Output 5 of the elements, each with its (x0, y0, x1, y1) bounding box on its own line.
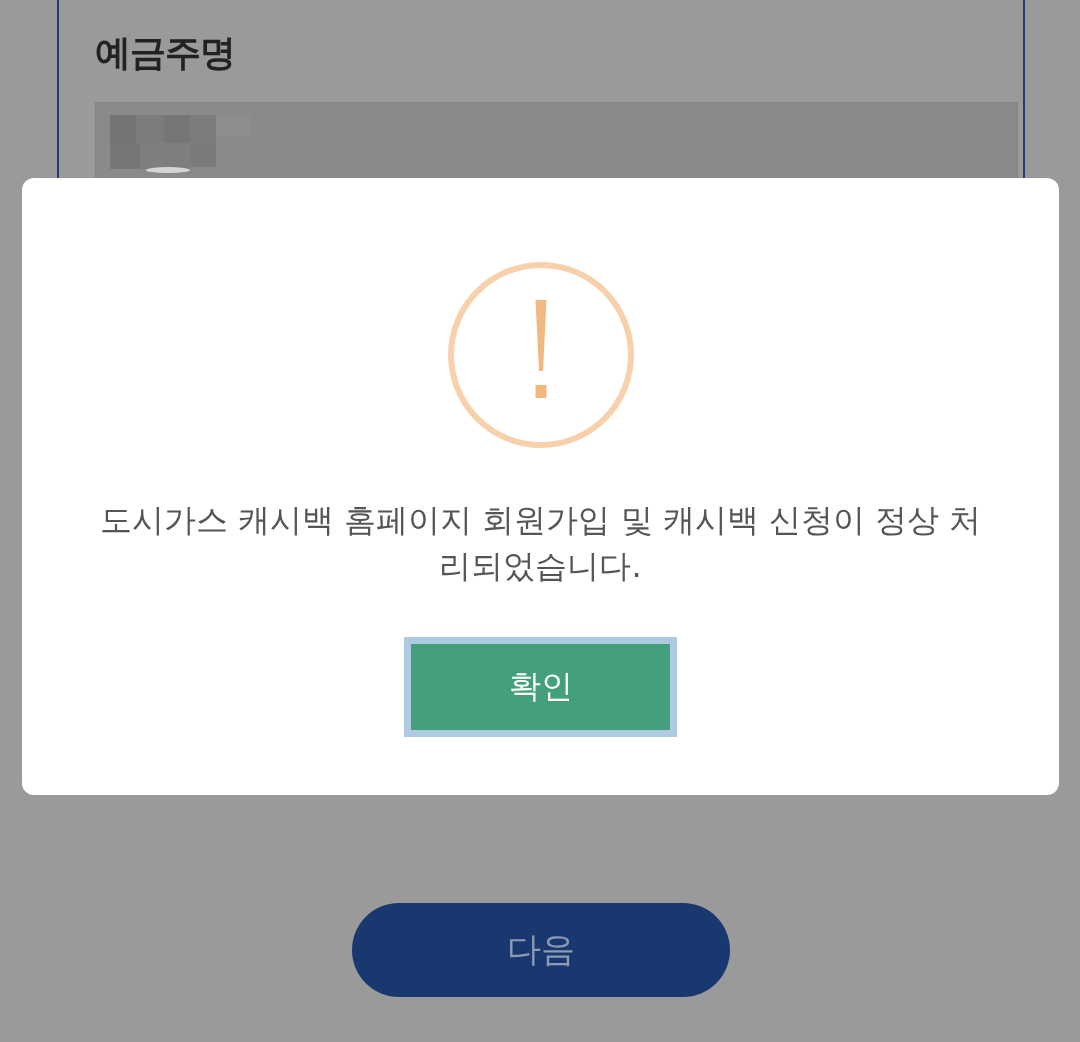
next-button[interactable]: 다음 (352, 903, 730, 997)
warning-icon (446, 261, 635, 449)
confirm-button[interactable]: 확인 (404, 637, 677, 737)
alert-message: 도시가스 캐시백 홈페이지 회원가입 및 캐시백 신청이 정상 처리되었습니다. (98, 500, 983, 587)
field-label: 예금주명 (95, 31, 235, 75)
